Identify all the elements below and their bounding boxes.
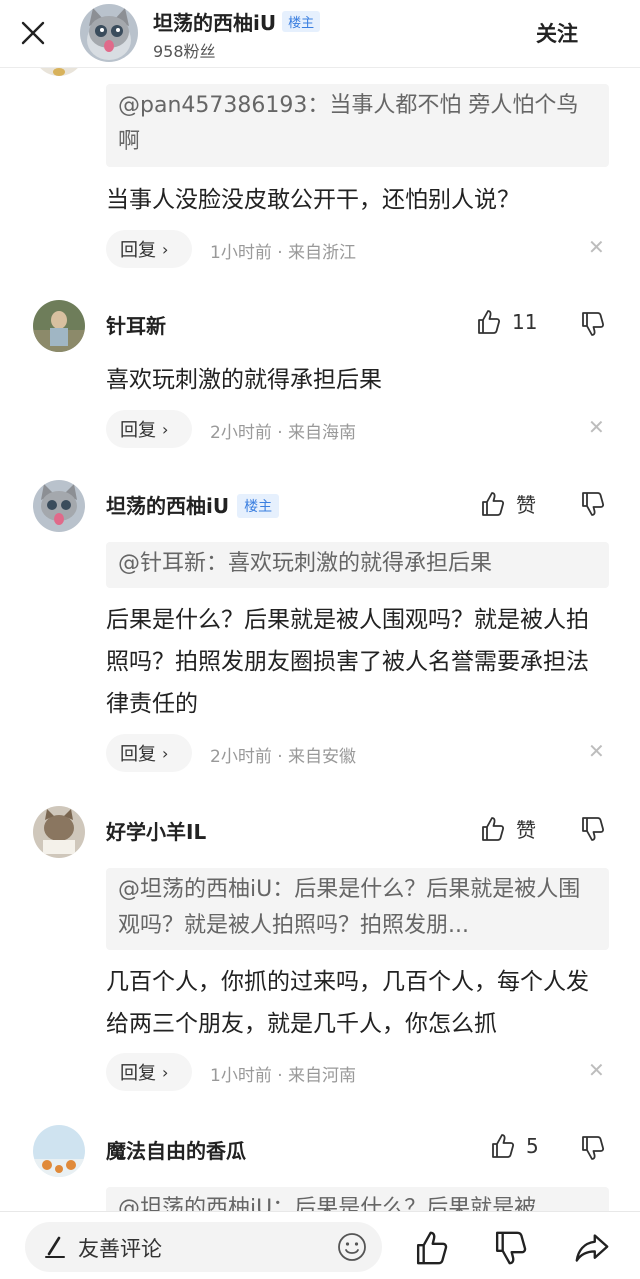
reply-button[interactable]: 回复 › xyxy=(106,410,192,448)
username[interactable]: 坦荡的西柚iU 楼主 xyxy=(106,490,280,519)
comment-text: 几百个人，你抓的过来吗，几百个人，每个人发给两三个朋友，就是几千人，你怎么抓 xyxy=(106,969,589,1037)
comment-meta: 2小时前 · 来自安徽 xyxy=(210,747,357,767)
reply-label: 回复 xyxy=(120,420,156,441)
comment-meta: 1小时前 · 来自浙江 xyxy=(210,243,357,263)
share-icon[interactable] xyxy=(574,1230,610,1266)
avatar[interactable] xyxy=(33,68,85,76)
reply-button[interactable]: 回复 › xyxy=(106,734,192,772)
username[interactable]: 针耳新 xyxy=(106,310,166,339)
author-name-text: 坦荡的西柚iU xyxy=(153,11,277,35)
avatar[interactable] xyxy=(33,480,85,532)
author-name[interactable]: 坦荡的西柚iU 楼主 xyxy=(153,7,321,36)
chevron-right-icon: › xyxy=(162,419,169,439)
like-count: 赞 xyxy=(516,493,536,517)
comment-meta: 2小时前 · 来自海南 xyxy=(210,423,357,443)
reply-button[interactable]: 回复 › xyxy=(106,230,192,268)
bottom-action-bar: 友善评论 xyxy=(0,1211,640,1279)
username-text: 坦荡的西柚iU xyxy=(106,494,230,518)
chevron-right-icon: › xyxy=(162,239,169,259)
like-button[interactable]: 11 xyxy=(476,309,537,335)
reply-label: 回复 xyxy=(120,744,156,765)
dismiss-x-icon[interactable]: ✕ xyxy=(588,739,605,763)
reply-label: 回复 xyxy=(120,1063,156,1084)
thumbs-up-icon[interactable] xyxy=(414,1230,450,1266)
comment-text: 当事人没脸没皮敢公开干，还怕别人说？ xyxy=(106,187,520,213)
like-button[interactable]: 赞 xyxy=(480,489,536,518)
dismiss-x-icon[interactable]: ✕ xyxy=(588,1058,605,1082)
emoji-icon[interactable] xyxy=(337,1232,367,1262)
like-count: 5 xyxy=(526,1134,539,1158)
comment-placeholder: 友善评论 xyxy=(78,1237,162,1261)
dismiss-x-icon[interactable]: ✕ xyxy=(588,235,605,259)
thumbs-down-icon[interactable] xyxy=(580,1135,606,1161)
pen-icon xyxy=(43,1234,67,1260)
avatar[interactable] xyxy=(33,1125,85,1177)
avatar[interactable] xyxy=(33,806,85,858)
reply-label: 回复 xyxy=(120,240,156,261)
thumbs-down-icon[interactable] xyxy=(580,311,606,337)
thumbs-up-icon xyxy=(482,816,505,841)
thumbs-down-icon[interactable] xyxy=(580,816,606,842)
quoted-comment[interactable]: @坦荡的西柚iU：后果是什么？后果就是被人围观吗？就是被人拍照吗？拍照发朋... xyxy=(106,868,609,950)
thumbs-up-icon xyxy=(492,1134,515,1158)
avatar[interactable] xyxy=(33,300,85,352)
like-button[interactable]: 赞 xyxy=(480,814,536,843)
reply-button[interactable]: 回复 › xyxy=(106,1053,192,1091)
comment-feed[interactable]: @pan457386193：当事人都不怕 旁人怕个鸟啊 当事人没脸没皮敢公开干，… xyxy=(0,68,640,1211)
chevron-right-icon: › xyxy=(162,743,169,763)
chevron-right-icon: › xyxy=(162,1062,169,1082)
thumbs-down-icon[interactable] xyxy=(580,491,606,517)
author-avatar[interactable] xyxy=(80,4,138,62)
thumbs-up-icon xyxy=(478,310,501,334)
like-count: 赞 xyxy=(516,818,536,842)
comment-text: 后果是什么？后果就是被人围观吗？就是被人拍照吗？拍照发朋友圈损害了被人名誉需要承… xyxy=(106,607,589,717)
dismiss-x-icon[interactable]: ✕ xyxy=(588,415,605,439)
username[interactable]: 好学小羊IL xyxy=(106,816,206,845)
close-icon[interactable] xyxy=(16,16,50,50)
comment-text: 喜欢玩刺激的就得承担后果 xyxy=(106,367,382,393)
owner-badge: 楼主 xyxy=(237,494,280,518)
follow-button[interactable]: 关注 xyxy=(536,18,578,48)
fans-count: 958粉丝 xyxy=(153,42,216,61)
like-count: 11 xyxy=(512,310,538,334)
thumbs-down-icon[interactable] xyxy=(493,1230,529,1266)
quoted-comment[interactable]: @pan457386193：当事人都不怕 旁人怕个鸟啊 xyxy=(106,84,609,167)
comment-meta: 1小时前 · 来自河南 xyxy=(210,1066,357,1086)
quoted-comment[interactable]: @坦荡的西柚iU：后果是什么？后果就是被 xyxy=(106,1187,609,1211)
comment-input[interactable]: 友善评论 xyxy=(25,1222,382,1272)
username[interactable]: 魔法自由的香瓜 xyxy=(106,1135,246,1164)
thumbs-up-icon xyxy=(482,491,505,516)
like-button[interactable]: 5 xyxy=(490,1133,539,1159)
owner-badge: 楼主 xyxy=(282,11,321,32)
quoted-comment[interactable]: @针耳新：喜欢玩刺激的就得承担后果 xyxy=(106,542,609,588)
top-bar: 坦荡的西柚iU 楼主 958粉丝 关注 xyxy=(0,0,640,68)
